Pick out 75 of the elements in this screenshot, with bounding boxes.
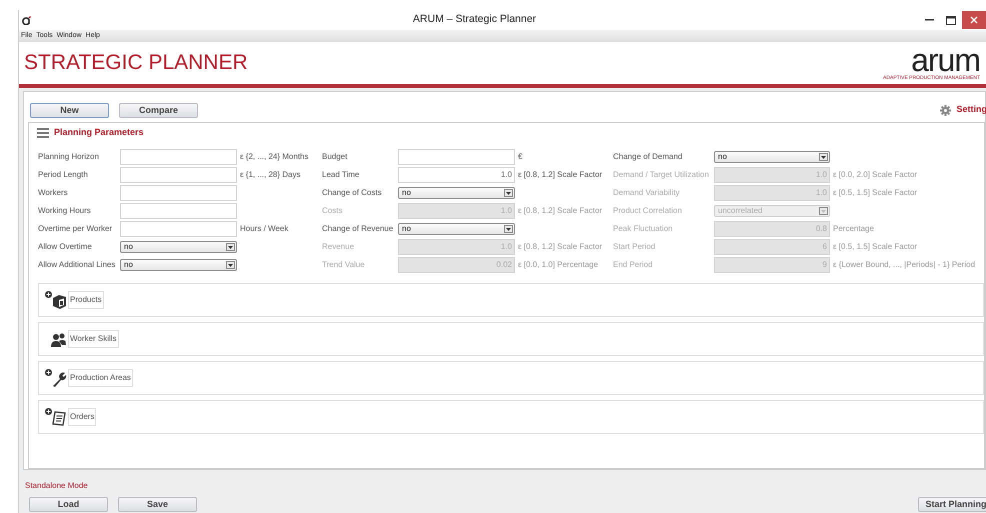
unit-label: ε [0.5, 1.5] Scale Factor [832, 241, 918, 253]
input-field[interactable] [120, 167, 237, 183]
caret-icon [821, 156, 826, 158]
field-label: Change of Costs [322, 187, 383, 199]
input-field[interactable] [120, 149, 237, 165]
unit-label: ε [0.0, 2.0] Scale Factor [832, 169, 918, 181]
close-button[interactable] [962, 11, 986, 29]
field-label: Lead Time [322, 169, 360, 181]
caret-icon [821, 210, 826, 212]
mode-label: Standalone Mode [25, 480, 89, 492]
box-icon [50, 293, 67, 310]
toolbar-button[interactable]: New [30, 102, 109, 118]
dropdown[interactable]: no [398, 187, 515, 199]
app-heading: STRATEGIC PLANNER [23, 50, 248, 76]
unit-label: ε [0.5, 1.5] Scale Factor [832, 187, 918, 199]
field-label: Revenue [322, 241, 356, 253]
field-label: Product Correlation [613, 205, 683, 217]
caret-icon [228, 246, 233, 248]
close-icon [970, 16, 978, 24]
document-icon [50, 410, 67, 427]
unit-label: ε {2, ..., 24} Months [239, 151, 310, 163]
unit-label: ε [0.8, 1.2] Scale Factor [517, 241, 604, 253]
field-label: Overtime per Worker [38, 223, 114, 235]
field-label: End Period [613, 259, 654, 271]
field-label: Period Length [38, 169, 89, 181]
unit-label: € [517, 151, 524, 163]
dropdown[interactable]: no [714, 151, 830, 163]
field-label: Start Period [613, 241, 656, 253]
plus-icon [45, 408, 52, 415]
caret-icon [506, 192, 511, 194]
input-field[interactable] [120, 185, 237, 201]
field-label: Working Hours [38, 205, 92, 217]
field-label: Allow Overtime [38, 241, 93, 253]
caret-icon [228, 264, 233, 266]
maximize-icon [946, 16, 956, 24]
unit-label: Hours / Week [239, 223, 290, 235]
toolbar-button[interactable]: Compare [119, 102, 198, 118]
field-label: Workers [38, 187, 69, 199]
field-label: Demand Variability [613, 187, 681, 199]
input-field[interactable] [120, 203, 237, 219]
input-field[interactable] [120, 221, 237, 237]
plus-icon [45, 291, 52, 298]
unit-label: ε [0.8, 1.2] Scale Factor [517, 205, 604, 217]
field-label: Demand / Target Utilization [613, 169, 710, 181]
people-icon [50, 332, 67, 349]
field-label: Planning Horizon [38, 151, 100, 163]
section-title: Planning Parameters [54, 126, 144, 140]
plus-icon [45, 369, 52, 376]
unit-label: Percentage [832, 223, 875, 235]
minimize-icon [924, 19, 934, 21]
dropdown[interactable]: no [120, 241, 237, 253]
dropdown[interactable]: no [120, 259, 237, 271]
field-label: Costs [322, 205, 344, 217]
unit-label: ε [0.0, 1.0] Percentage [517, 259, 600, 271]
unit-label: ε [0.8, 1.2] Scale Factor [517, 169, 604, 181]
app-icon [21, 15, 31, 25]
caret-icon [506, 228, 511, 230]
input-field[interactable]: 1.0 [398, 167, 515, 183]
field-label: Budget [322, 151, 348, 163]
field-label: Trend Value [322, 259, 366, 271]
field-label: Change of Demand [613, 151, 684, 163]
unit-label: ε {Lower Bound, ..., |Periods| - 1} Period [832, 259, 976, 271]
footer-button[interactable]: Load [29, 496, 108, 512]
field-label: Peak Fluctuation [613, 223, 674, 235]
window-title: ARUM – Strategic Planner [412, 12, 538, 28]
unit-label: ε {1, ..., 28} Days [239, 169, 302, 181]
input-field[interactable] [398, 149, 515, 165]
list-icon [37, 128, 49, 138]
dropdown[interactable]: no [398, 223, 515, 235]
field-label: Change of Revenue [322, 223, 394, 235]
start-planning-button[interactable]: Start Planning [918, 496, 986, 512]
field-label: Allow Additional Lines [38, 259, 116, 271]
footer-button[interactable]: Save [118, 496, 197, 512]
logo-wordmark: arum [911, 45, 980, 75]
gear-icon [940, 104, 950, 116]
